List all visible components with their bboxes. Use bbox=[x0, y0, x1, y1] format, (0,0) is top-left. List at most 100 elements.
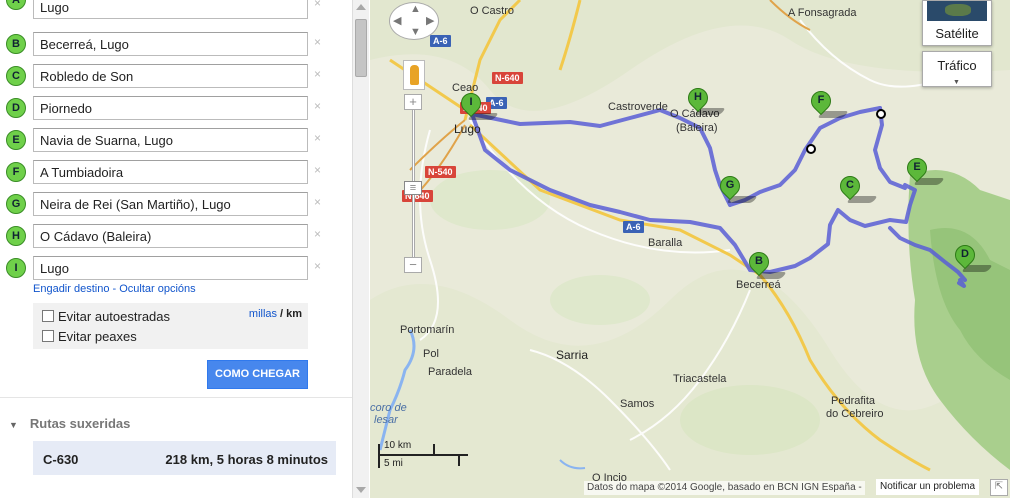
waypoint-input-g[interactable] bbox=[33, 192, 308, 216]
waypoint-row-g: G × bbox=[6, 192, 326, 216]
satellite-thumbnail-icon bbox=[927, 1, 987, 21]
waypoint-input-b[interactable] bbox=[33, 32, 308, 56]
waypoint-marker-f[interactable]: F bbox=[6, 162, 26, 182]
links-separator: - bbox=[109, 283, 120, 295]
route-item[interactable]: C-630 218 km, 5 horas 8 minutos bbox=[33, 441, 336, 475]
waypoint-row-d: D × bbox=[6, 96, 326, 120]
waypoint-input-d[interactable] bbox=[33, 96, 308, 120]
map-scale: 10 km 5 mi bbox=[378, 440, 468, 470]
place-samos: Samos bbox=[620, 398, 655, 410]
avoid-tolls-option[interactable]: Evitar peaxes bbox=[42, 329, 137, 345]
waypoint-input-i[interactable] bbox=[33, 256, 308, 280]
map-pin-e-label: E bbox=[913, 161, 921, 173]
waypoint-marker-a[interactable]: A bbox=[6, 0, 26, 10]
scale-bar bbox=[378, 454, 468, 456]
place-paradela: Paradela bbox=[428, 366, 473, 378]
avoid-highways-option[interactable]: Evitar autoestradas bbox=[42, 309, 170, 325]
units-toggle: millas / km bbox=[249, 308, 302, 320]
map-pin-d-label: D bbox=[961, 248, 969, 260]
map-pin-c[interactable]: C bbox=[835, 171, 878, 210]
add-destination-link[interactable]: Engadir destino bbox=[33, 283, 109, 295]
pan-left-icon[interactable]: ◀ bbox=[393, 14, 401, 27]
pan-up-icon[interactable]: ▲ bbox=[410, 3, 421, 15]
waypoint-input-c[interactable] bbox=[33, 64, 308, 88]
remove-waypoint-a-icon[interactable]: × bbox=[314, 0, 321, 10]
remove-waypoint-f-icon[interactable]: × bbox=[314, 163, 321, 177]
panel-scrollbar[interactable] bbox=[352, 0, 369, 498]
waypoint-input-f[interactable] bbox=[33, 160, 308, 184]
place-baleira: (Baleira) bbox=[676, 122, 718, 134]
map-pin-e[interactable]: E bbox=[902, 153, 945, 192]
scroll-up-arrow-icon[interactable] bbox=[356, 4, 366, 10]
collapse-corner-icon[interactable]: ⇱ bbox=[990, 479, 1008, 496]
map-pin-b[interactable]: B bbox=[744, 247, 787, 286]
waypoint-row-i: I × bbox=[6, 256, 326, 280]
pan-down-icon[interactable]: ▼ bbox=[410, 26, 421, 38]
place-pedrafita-2: do Cebreiro bbox=[826, 408, 884, 420]
map-pin-b-label: B bbox=[755, 255, 763, 267]
remove-waypoint-b-icon[interactable]: × bbox=[314, 35, 321, 49]
waypoint-marker-b[interactable]: B bbox=[6, 34, 26, 54]
zoom-slider-thumb[interactable]: ≡ bbox=[404, 181, 422, 195]
avoid-tolls-checkbox[interactable] bbox=[42, 330, 54, 342]
map-pin-d[interactable]: D bbox=[950, 240, 993, 279]
shield-a6-north: A-6 bbox=[430, 35, 451, 47]
waypoint-row-e: E × bbox=[6, 128, 326, 152]
map-pin-f[interactable]: F bbox=[806, 86, 849, 125]
waypoint-input-e[interactable] bbox=[33, 128, 308, 152]
unit-separator: / bbox=[280, 308, 284, 320]
scroll-down-arrow-icon[interactable] bbox=[356, 487, 366, 493]
map-pin-g-label: G bbox=[725, 179, 735, 191]
attribution-text: Datos do mapa ©2014 Google, basado en BC… bbox=[587, 482, 856, 493]
traffic-label: Tráfico bbox=[937, 58, 977, 73]
zoom-in-button[interactable]: + bbox=[404, 94, 422, 110]
waypoint-marker-h[interactable]: H bbox=[6, 226, 26, 246]
waypoint-marker-d[interactable]: D bbox=[6, 98, 26, 118]
satellite-button[interactable]: Satélite bbox=[922, 0, 992, 46]
scale-km-label: 10 km bbox=[384, 440, 412, 451]
unit-miles-link[interactable]: millas bbox=[249, 308, 277, 320]
remove-waypoint-d-icon[interactable]: × bbox=[314, 99, 321, 113]
remove-waypoint-c-icon[interactable]: × bbox=[314, 67, 321, 81]
panel-divider bbox=[0, 397, 352, 398]
zoom-out-button[interactable]: − bbox=[404, 257, 422, 273]
shield-a6-east: A-6 bbox=[623, 221, 644, 233]
waypoint-input-a[interactable] bbox=[33, 0, 308, 19]
remove-waypoint-h-icon[interactable]: × bbox=[314, 227, 321, 241]
waypoint-marker-i[interactable]: I bbox=[6, 258, 26, 278]
place-encoro: coro de bbox=[370, 402, 407, 414]
waypoint-input-h[interactable] bbox=[33, 224, 308, 248]
suggested-routes-header[interactable]: ▼ Rutas suxeridas bbox=[9, 416, 130, 431]
get-directions-button[interactable]: COMO CHEGAR bbox=[207, 360, 308, 389]
remove-waypoint-e-icon[interactable]: × bbox=[314, 131, 321, 145]
map-attribution: Datos do mapa ©2014 Google, basado en BC… bbox=[584, 481, 865, 495]
map-canvas[interactable]: O Castro A Fonsagrada Ceao Lugo Castrove… bbox=[370, 0, 1010, 498]
scale-tick-km bbox=[433, 444, 435, 454]
collapse-triangle-icon[interactable]: ▼ bbox=[9, 420, 18, 430]
waypoint-marker-e[interactable]: E bbox=[6, 130, 26, 150]
pan-right-icon[interactable]: ▶ bbox=[426, 14, 434, 27]
traffic-button[interactable]: Tráfico ▼ bbox=[922, 51, 992, 87]
map-base bbox=[370, 0, 1010, 498]
place-castroverde: Castroverde bbox=[608, 101, 668, 113]
waypoint-marker-g[interactable]: G bbox=[6, 194, 26, 214]
remove-waypoint-g-icon[interactable]: × bbox=[314, 195, 321, 209]
map-pin-g[interactable]: G bbox=[715, 171, 758, 210]
place-o-castro: O Castro bbox=[470, 5, 515, 17]
waypoint-marker-c[interactable]: C bbox=[6, 66, 26, 86]
map-pin-h[interactable]: H bbox=[683, 83, 726, 122]
scroll-thumb[interactable] bbox=[355, 19, 367, 77]
map-pin-f-label: F bbox=[817, 94, 825, 106]
suggested-routes-title: Rutas suxeridas bbox=[29, 416, 131, 431]
pan-control[interactable]: ▲ ◀ ▶ ▼ bbox=[389, 2, 439, 40]
map-pin-i[interactable]: I bbox=[456, 88, 499, 127]
shield-n540-b: N-540 bbox=[425, 166, 456, 178]
remove-waypoint-i-icon[interactable]: × bbox=[314, 259, 321, 273]
unit-km-label: km bbox=[286, 308, 302, 320]
street-view-pegman-icon[interactable] bbox=[403, 60, 425, 90]
traffic-dropdown-icon[interactable]: ▼ bbox=[953, 79, 960, 86]
attribution-separator: - bbox=[855, 482, 862, 493]
avoid-highways-checkbox[interactable] bbox=[42, 310, 54, 322]
hide-options-link[interactable]: Ocultar opcións bbox=[119, 283, 195, 295]
report-problem-link[interactable]: Notificar un problema bbox=[876, 479, 980, 495]
